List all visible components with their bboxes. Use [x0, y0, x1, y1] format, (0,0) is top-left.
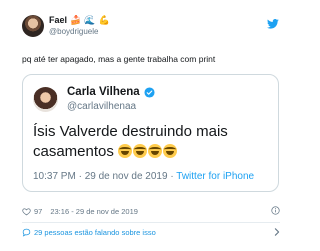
- laughing-emoji-icon: [118, 144, 133, 158]
- chevron-right-icon[interactable]: [274, 228, 280, 236]
- quoted-tweet-client[interactable]: Twitter for iPhone: [176, 171, 254, 182]
- quoted-tweet[interactable]: Carla Vilhena @carlavilhenaa Ísis Valver…: [22, 74, 279, 192]
- quoted-tweet-meta: 10:37 PM · 29 de nov de 2019 · Twitter f…: [33, 171, 254, 182]
- twitter-bird-icon[interactable]: [267, 19, 279, 29]
- like-count[interactable]: 97: [34, 207, 42, 216]
- author-name[interactable]: Fael: [49, 15, 67, 25]
- author-name-row[interactable]: Fael 🍰 🌊 💪: [49, 15, 110, 25]
- info-icon[interactable]: [271, 206, 280, 215]
- author-emoji-muscle: 💪: [98, 14, 110, 25]
- comment-icon: [22, 228, 31, 237]
- laughing-emoji-icon: [148, 144, 163, 158]
- embedded-tweet-card: Fael 🍰 🌊 💪 @boydriguele pq até ter apaga…: [0, 0, 300, 251]
- author-emoji-cake: 🍰: [70, 14, 82, 25]
- quoted-author-handle[interactable]: @carlavilhenaa: [67, 101, 136, 112]
- verified-badge-icon: [144, 86, 155, 98]
- author-avatar[interactable]: [22, 15, 44, 37]
- author-emoji-wave: 🌊: [84, 14, 96, 25]
- laughing-emoji-icon: [133, 144, 148, 158]
- conversation-link[interactable]: 29 pessoas estão falando sobre isso: [22, 226, 280, 238]
- quoted-tweet-text: Ísis Valverde destruindo mais casamentos: [33, 122, 273, 162]
- footer-divider: [22, 222, 280, 223]
- author-handle[interactable]: @boydriguele: [49, 27, 98, 36]
- heart-icon[interactable]: [22, 207, 31, 216]
- conversation-text[interactable]: 29 pessoas estão falando sobre isso: [34, 228, 156, 237]
- laughing-emoji-icon: [163, 144, 178, 158]
- quoted-author-name[interactable]: Carla Vilhena: [67, 86, 140, 98]
- quoted-author-avatar[interactable]: [33, 87, 58, 112]
- tweet-text: pq até ter apagado, mas a gente trabalha…: [22, 54, 216, 64]
- quoted-author-name-row[interactable]: Carla Vilhena: [67, 86, 155, 98]
- tweet-footer: 97 23:16 - 29 de nov de 2019: [22, 205, 280, 217]
- quoted-tweet-time[interactable]: 10:37 PM · 29 de nov de 2019: [33, 171, 168, 182]
- tweet-timestamp[interactable]: 23:16 - 29 de nov de 2019: [50, 207, 138, 216]
